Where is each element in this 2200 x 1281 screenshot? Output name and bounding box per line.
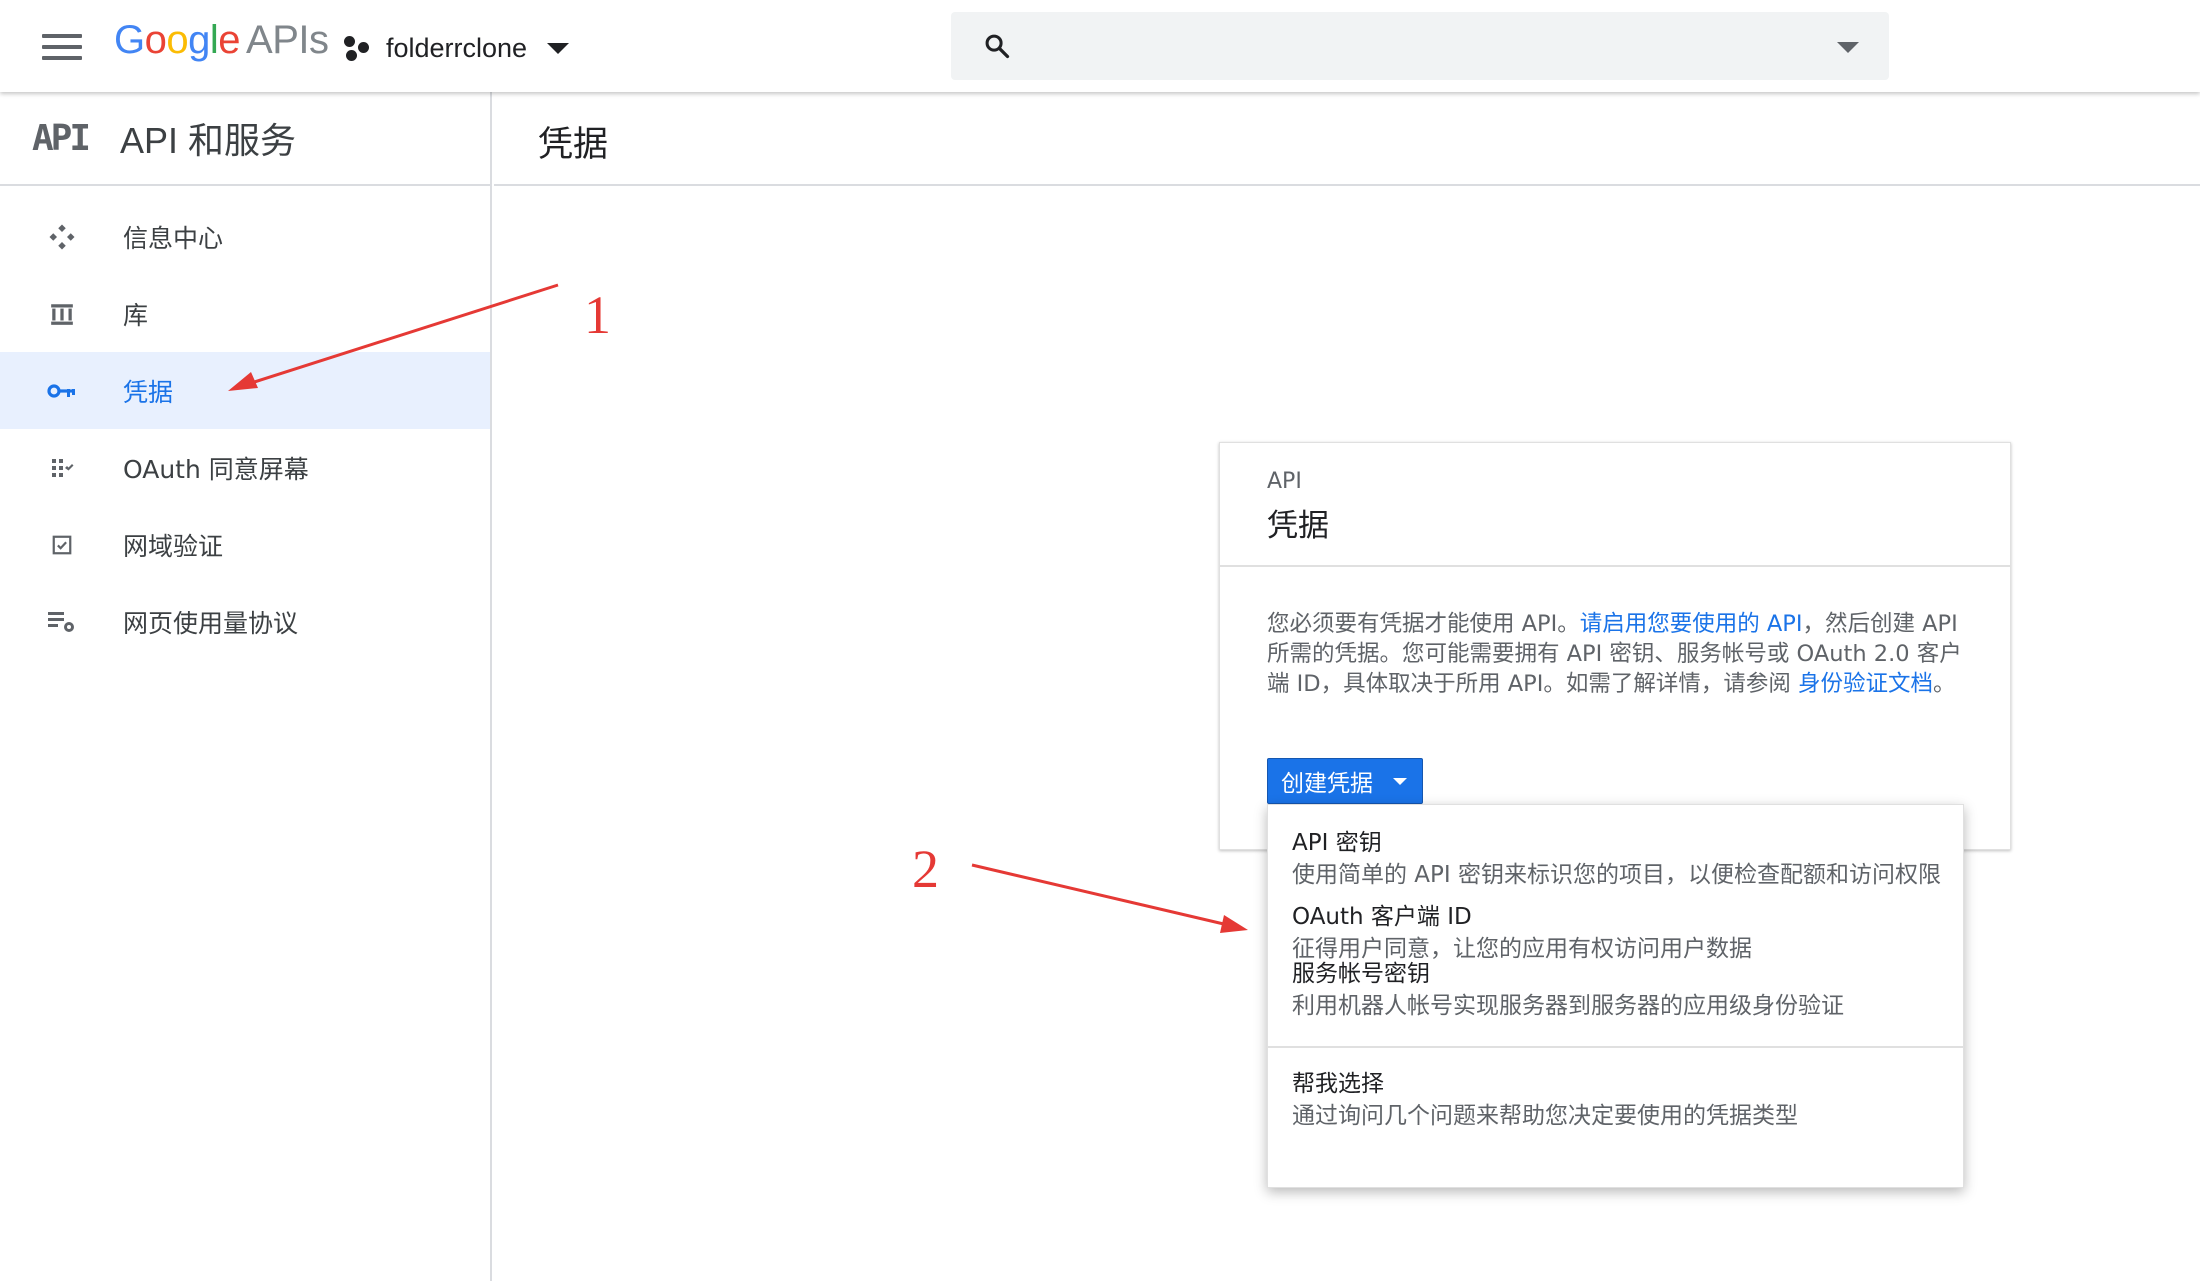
menu-item-title: 帮我选择 (1292, 1071, 1384, 1097)
annotation-arrowhead-2 (1220, 915, 1248, 933)
create-credentials-label: 创建凭据 (1281, 771, 1373, 797)
card-title: 凭据 (1267, 508, 1329, 544)
authentication-docs-link[interactable]: 身份验证文档 (1798, 671, 1933, 697)
menu-item-oauth-client-id[interactable]: OAuth 客户端 ID 征得用户同意，让您的应用有权访问用户数据 (1268, 897, 1963, 962)
consent-screen-icon (42, 456, 82, 480)
sidebar-item-label: 信息中心 (123, 223, 224, 253)
menu-item-api-key[interactable]: API 密钥 使用简单的 API 密钥来标识您的项目，以便检查配额和访问权限 (1268, 817, 1963, 897)
annotation-arrow-2 (971, 863, 1229, 927)
menu-item-help-me-choose[interactable]: 帮我选择 通过询问几个问题来帮助您决定要使用的凭据类型 (1268, 1048, 1963, 1148)
card-header: API 凭据 (1220, 443, 2010, 567)
sidebar-item-library[interactable]: 库 (0, 275, 490, 352)
api-logo-icon: API (32, 117, 91, 159)
key-icon (42, 381, 82, 401)
card-description: 您必须要有凭据才能使用 API。请启用您要使用的 API，然后创建 API 所需… (1220, 567, 2010, 699)
chevron-down-icon (547, 42, 570, 54)
menu-item-service-account-key[interactable]: 服务帐号密钥 利用机器人帐号实现服务器到服务器的应用级身份验证 (1268, 954, 1963, 1046)
caret-down-icon (1393, 777, 1407, 785)
search-bar[interactable] (951, 12, 1889, 80)
annotation-number-2: 2 (912, 839, 939, 899)
google-apis-logo[interactable]: Google APIs (114, 18, 329, 63)
menu-item-title: API 密钥 (1292, 830, 1382, 856)
menu-item-description: 使用简单的 API 密钥来标识您的项目，以便检查配额和访问权限 (1292, 862, 1942, 888)
project-icon (344, 34, 372, 62)
description-text: 您必须要有凭据才能使用 API。 (1267, 611, 1580, 637)
sidebar-item-dashboard[interactable]: 信息中心 (0, 198, 490, 275)
project-selector[interactable]: folderrclone (344, 26, 570, 70)
menu-item-description: 利用机器人帐号实现服务器到服务器的应用级身份验证 (1292, 993, 1844, 1019)
credentials-card: API 凭据 您必须要有凭据才能使用 API。请启用您要使用的 API，然后创建… (1219, 442, 2011, 850)
sidebar-item-page-usage-agreements[interactable]: 网页使用量协议 (0, 583, 490, 660)
apis-wordmark: APIs (246, 18, 329, 62)
create-credentials-menu: API 密钥 使用简单的 API 密钥来标识您的项目，以便检查配额和访问权限 O… (1267, 804, 1964, 1188)
sidebar-header: API API 和服务 (0, 92, 490, 186)
sidebar-item-label: 网域验证 (123, 531, 224, 561)
create-credentials-button[interactable]: 创建凭据 (1267, 758, 1423, 804)
sidebar-item-label: OAuth 同意屏幕 (123, 454, 309, 484)
search-icon (985, 34, 1010, 59)
google-wordmark: Google (114, 18, 241, 62)
domain-verification-icon (42, 534, 82, 556)
page-usage-agreement-icon (42, 609, 82, 635)
sidebar-item-oauth-consent[interactable]: OAuth 同意屏幕 (0, 429, 490, 506)
card-eyebrow: API (1267, 469, 1302, 494)
annotation-number-1: 1 (584, 285, 611, 345)
sidebar-title: API 和服务 (120, 120, 297, 161)
sidebar-item-label: 库 (123, 300, 149, 330)
main-menu-icon[interactable] (42, 34, 82, 62)
dashboard-icon (42, 222, 82, 252)
sidebar-item-credentials[interactable]: 凭据 (0, 352, 490, 429)
top-app-bar: Google APIs folderrclone (0, 0, 2200, 92)
search-input[interactable] (1031, 26, 1791, 66)
sidebar-nav: 信息中心 库 凭据 OAuth 同意屏幕 网域验证 网页使用量协议 (0, 186, 490, 660)
main-header: 凭据 (494, 92, 2200, 186)
sidebar: API API 和服务 信息中心 库 凭据 OAuth 同意屏幕 网域验证 网页… (0, 92, 492, 1281)
enable-apis-link[interactable]: 请启用您要使用的 API (1580, 611, 1803, 637)
search-options-dropdown-icon[interactable] (1837, 42, 1859, 53)
project-name: folderrclone (386, 32, 528, 63)
sidebar-item-label: 网页使用量协议 (123, 608, 299, 638)
sidebar-item-label: 凭据 (123, 377, 174, 407)
menu-item-description: 通过询问几个问题来帮助您决定要使用的凭据类型 (1292, 1103, 1798, 1129)
library-icon (42, 301, 82, 327)
sidebar-item-domain-verification[interactable]: 网域验证 (0, 506, 490, 583)
description-text: 。 (1933, 671, 1956, 697)
page-title: 凭据 (538, 125, 609, 165)
menu-item-title: OAuth 客户端 ID (1292, 904, 1472, 930)
